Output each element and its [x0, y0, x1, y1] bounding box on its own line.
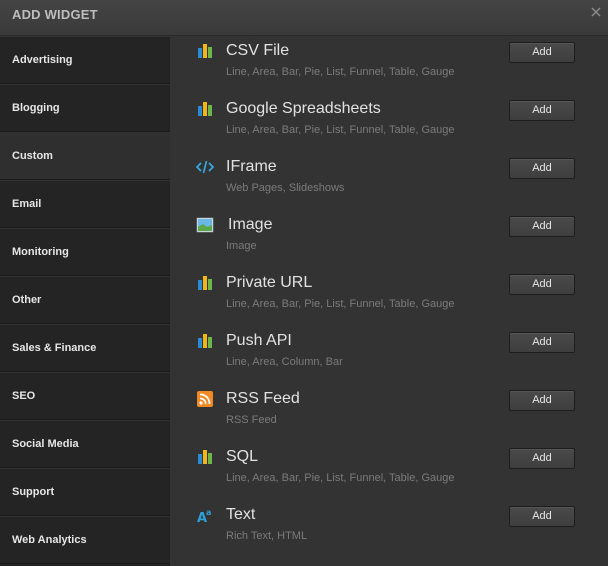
- widget-title: RSS Feed: [226, 390, 300, 407]
- widget-push-api: Push API Line, Area, Column, Bar Add: [170, 328, 608, 386]
- widget-iframe: IFrame Web Pages, Slideshows Add: [170, 154, 608, 212]
- sidebar-item-blogging[interactable]: Blogging: [0, 84, 170, 132]
- widget-text: A a Text Rich Text, HTML Add: [170, 502, 608, 560]
- sidebar-item-advertising[interactable]: Advertising: [0, 36, 170, 84]
- sidebar-item-sales-finance[interactable]: Sales & Finance: [0, 324, 170, 372]
- bar-chart-icon: [198, 44, 212, 58]
- add-csv-file-button[interactable]: Add: [509, 42, 575, 63]
- bar-chart-icon: [198, 102, 212, 116]
- widget-title: Push API: [226, 332, 292, 349]
- dialog-header: ADD WIDGET: [0, 0, 608, 36]
- widget-description: Line, Area, Bar, Pie, List, Funnel, Tabl…: [226, 298, 455, 310]
- widget-description: RSS Feed: [226, 414, 277, 426]
- add-push-api-button[interactable]: Add: [509, 332, 575, 353]
- bar-chart-icon: [198, 276, 212, 290]
- add-iframe-button[interactable]: Add: [509, 158, 575, 179]
- widget-list: CSV File Line, Area, Bar, Pie, List, Fun…: [170, 36, 608, 566]
- bar-chart-icon: [198, 450, 212, 464]
- widget-description: Image: [226, 240, 257, 252]
- dialog-title: ADD WIDGET: [12, 7, 98, 22]
- category-sidebar: Advertising Blogging Custom Email Monito…: [0, 36, 170, 566]
- widget-sql: SQL Line, Area, Bar, Pie, List, Funnel, …: [170, 444, 608, 502]
- widget-title: CSV File: [226, 42, 290, 59]
- widget-private-url: Private URL Line, Area, Bar, Pie, List, …: [170, 270, 608, 328]
- widget-title: SQL: [226, 448, 259, 465]
- sidebar-item-social-media[interactable]: Social Media: [0, 420, 170, 468]
- image-icon: [196, 217, 214, 233]
- widget-google-spreadsheets: Google Spreadsheets Line, Area, Bar, Pie…: [170, 96, 608, 154]
- text-icon: A a: [197, 508, 211, 524]
- sidebar-item-other[interactable]: Other: [0, 276, 170, 324]
- close-icon[interactable]: [590, 6, 602, 18]
- sidebar-item-email[interactable]: Email: [0, 180, 170, 228]
- rss-icon: [197, 391, 213, 407]
- widget-image: Image Image Add: [170, 212, 608, 270]
- svg-text:a: a: [206, 508, 211, 517]
- widget-description: Line, Area, Column, Bar: [226, 356, 343, 368]
- add-google-spreadsheets-button[interactable]: Add: [509, 100, 575, 121]
- sidebar-item-monitoring[interactable]: Monitoring: [0, 228, 170, 276]
- widget-description: Rich Text, HTML: [226, 530, 308, 542]
- widget-title: IFrame: [226, 158, 277, 175]
- add-text-button[interactable]: Add: [509, 506, 575, 527]
- add-private-url-button[interactable]: Add: [509, 274, 575, 295]
- widget-title: Private URL: [226, 274, 313, 291]
- bar-chart-icon: [198, 334, 212, 348]
- code-icon: [196, 160, 214, 174]
- widget-title: Google Spreadsheets: [226, 100, 381, 117]
- sidebar-item-web-analytics[interactable]: Web Analytics: [0, 516, 170, 564]
- widget-description: Line, Area, Bar, Pie, List, Funnel, Tabl…: [226, 66, 455, 78]
- widget-description: Line, Area, Bar, Pie, List, Funnel, Tabl…: [226, 124, 455, 136]
- sidebar-item-custom[interactable]: Custom: [0, 132, 170, 180]
- sidebar-item-support[interactable]: Support: [0, 468, 170, 516]
- widget-description: Line, Area, Bar, Pie, List, Funnel, Tabl…: [226, 472, 455, 484]
- add-image-button[interactable]: Add: [509, 216, 575, 237]
- widget-title: Text: [226, 506, 256, 523]
- widget-csv-file: CSV File Line, Area, Bar, Pie, List, Fun…: [170, 38, 608, 96]
- widget-rss-feed: RSS Feed RSS Feed Add: [170, 386, 608, 444]
- add-sql-button[interactable]: Add: [509, 448, 575, 469]
- widget-title: Image: [228, 216, 273, 233]
- widget-description: Web Pages, Slideshows: [226, 182, 345, 194]
- sidebar-item-seo[interactable]: SEO: [0, 372, 170, 420]
- add-rss-feed-button[interactable]: Add: [509, 390, 575, 411]
